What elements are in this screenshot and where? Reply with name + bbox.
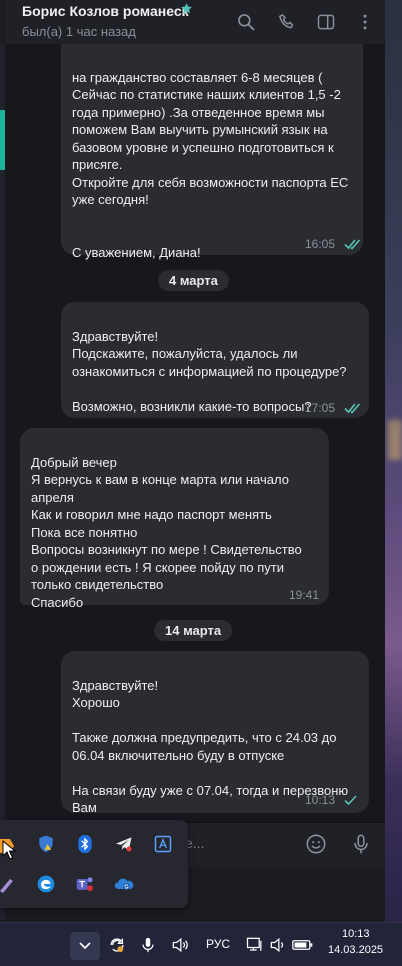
message-bubble[interactable]: на гражданство составляет 6-8 месяцев ( …	[61, 44, 363, 260]
pen-tray-icon[interactable]	[0, 873, 18, 895]
emoji-icon[interactable]	[304, 832, 328, 856]
edge-browser-icon[interactable]	[35, 873, 57, 895]
star-icon	[180, 2, 193, 19]
network-icon[interactable]	[244, 934, 266, 956]
sync-status-icon[interactable]	[106, 934, 128, 956]
message-text: Добрый вечер Я вернусь к вам в конце мар…	[31, 454, 302, 610]
phone-icon[interactable]	[275, 10, 299, 34]
language-indicator[interactable]: РУС	[206, 937, 230, 951]
message-time: 19:41	[289, 588, 320, 602]
tray-overflow-popup	[0, 820, 188, 908]
search-icon[interactable]	[234, 10, 258, 34]
message-time: 10:13	[305, 793, 336, 807]
contact-status: был(а) 1 час назад	[22, 24, 136, 39]
battery-icon[interactable]	[292, 934, 314, 956]
onedrive-sync-icon[interactable]	[113, 873, 135, 895]
check-icon	[344, 795, 357, 806]
volume-icon[interactable]	[169, 934, 191, 956]
message-bubble[interactable]: Здравствуйте! Хорошо Также должна предуп…	[61, 651, 369, 815]
message-text: на гражданство составляет 6-8 месяцев ( …	[72, 69, 349, 260]
mouse-cursor-icon	[2, 840, 16, 860]
message-list[interactable]: на гражданство составляет 6-8 месяцев ( …	[5, 44, 385, 822]
date-separator: 14 марта	[154, 620, 233, 641]
security-shield-icon[interactable]	[35, 833, 57, 855]
sidebar-toggle-icon[interactable]	[314, 10, 338, 34]
wallpaper-light	[388, 420, 402, 460]
windows-taskbar: РУС 10:13 14.03.2025	[0, 922, 402, 966]
microphone-icon[interactable]	[349, 832, 373, 856]
taskbar-clock-time[interactable]: 10:13	[342, 928, 370, 940]
teams-icon[interactable]	[74, 873, 96, 895]
desktop-wallpaper	[385, 0, 402, 922]
telegram-icon[interactable]	[113, 833, 135, 855]
speaker-icon[interactable]	[267, 934, 289, 956]
message-time: 17:05	[305, 401, 336, 415]
more-options-icon[interactable]	[353, 10, 377, 34]
taskbar-clock-date[interactable]: 14.03.2025	[328, 944, 383, 956]
message-time: 16:05	[305, 237, 336, 251]
show-hidden-icons-chevron-icon[interactable]	[70, 932, 100, 960]
double-check-icon	[344, 403, 361, 414]
message-bubble[interactable]: Добрый вечер Я вернусь к вам в конце мар…	[20, 428, 329, 610]
contact-name[interactable]: Борис Козлов романеск	[22, 3, 189, 19]
date-separator: 4 марта	[158, 270, 229, 291]
bluetooth-icon[interactable]	[74, 833, 96, 855]
keyboard-input-icon[interactable]	[152, 833, 174, 855]
double-check-icon	[344, 239, 361, 250]
microphone-tray-icon[interactable]	[137, 934, 159, 956]
